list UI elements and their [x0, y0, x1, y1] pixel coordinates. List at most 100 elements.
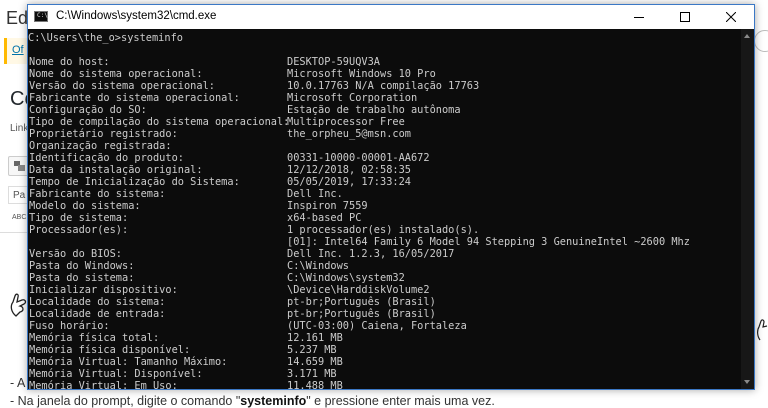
- cmd-icon[interactable]: C:\: [34, 11, 48, 22]
- sysinfo-key: Pasta do Windows:: [29, 260, 135, 272]
- sysinfo-row: Pasta do sistema: C:\Windows\system32: [28, 272, 741, 284]
- sysinfo-row: Proprietário registrado: the_orpheu_5@msn…: [28, 128, 741, 140]
- sysinfo-key: Memória Virtual: Disponível:: [29, 368, 203, 380]
- sysinfo-row: Pasta do Windows: C:\Windows: [28, 260, 741, 272]
- sysinfo-key: Tipo de compilação do sistema operaciona…: [29, 116, 290, 128]
- sysinfo-key: Fuso horário:: [29, 320, 110, 332]
- sysinfo-row: Memória física total: 12.161 MB: [28, 332, 741, 344]
- sysinfo-value: Dell Inc.: [287, 188, 343, 200]
- sysinfo-row: Memória física disponível: 5.237 MB: [28, 344, 741, 356]
- sysinfo-row: Nome do host: DESKTOP-59UQV3A: [28, 56, 741, 68]
- sysinfo-value: (UTC-03:00) Caiena, Fortaleza: [287, 320, 467, 332]
- sysinfo-key: Proprietário registrado:: [29, 128, 178, 140]
- sysinfo-row: Tipo de sistema: x64-based PC: [28, 212, 741, 224]
- sysinfo-key: Tempo de Inicialização do Sistema:: [29, 176, 240, 188]
- sysinfo-value: [01]: Intel64 Family 6 Model 94 Stepping…: [287, 236, 690, 248]
- close-button[interactable]: [708, 5, 754, 29]
- sysinfo-value: Microsoft Corporation: [287, 92, 418, 104]
- sysinfo-key: Memória física disponível:: [29, 344, 191, 356]
- sysinfo-row: Memória Virtual: Em Uso: 11.488 MB: [28, 380, 741, 389]
- sysinfo-row: [01]: Intel64 Family 6 Model 94 Stepping…: [28, 236, 741, 248]
- sysinfo-value: Multiprocessor Free: [287, 116, 405, 128]
- sysinfo-row: Tempo de Inicialização do Sistema: 05/05/…: [28, 176, 741, 188]
- scroll-down-icon[interactable]: [741, 375, 754, 389]
- sysinfo-value: C:\Windows: [287, 260, 349, 272]
- sysinfo-key: Localidade do sistema:: [29, 296, 166, 308]
- sysinfo-key: Data da instalação original:: [29, 164, 203, 176]
- sysinfo-row: Inicializar dispositivo: \Device\Harddisk…: [28, 284, 741, 296]
- sysinfo-row: Localidade de entrada: pt-br;Português (B…: [28, 308, 741, 320]
- notice-link[interactable]: Of: [12, 44, 24, 56]
- sysinfo-row: Memória Virtual: Disponível: 3.171 MB: [28, 368, 741, 380]
- sysinfo-row: Identificação do produto: 00331-10000-000…: [28, 152, 741, 164]
- circle-icon: [754, 30, 768, 52]
- sysinfo-row: Fabricante do sistema: Dell Inc.: [28, 188, 741, 200]
- sysinfo-value: 5.237 MB: [287, 344, 337, 356]
- command-prompt-line: C:\Users\the_o>systeminfo: [28, 32, 183, 44]
- sysinfo-row: Configuração do SO: Estação de trabalho a…: [28, 104, 741, 116]
- sysinfo-key: Nome do sistema operacional:: [29, 68, 203, 80]
- sysinfo-key: Nome do host:: [29, 56, 110, 68]
- cmd-icon-glyph: C:\: [37, 12, 48, 19]
- sysinfo-value: 3.171 MB: [287, 368, 337, 380]
- sysinfo-value: 14.659 MB: [287, 356, 343, 368]
- sysinfo-value: pt-br;Português (Brasil): [287, 308, 436, 320]
- sysinfo-row: Modelo do sistema: Inspiron 7559: [28, 200, 741, 212]
- cmd-window[interactable]: C:\ C:\Windows\system32\cmd.exe C:\Users…: [27, 4, 755, 390]
- sysinfo-row: Tipo de compilação do sistema operaciona…: [28, 116, 741, 128]
- title-bar[interactable]: C:\ C:\Windows\system32\cmd.exe: [28, 5, 754, 29]
- sysinfo-value: x64-based PC: [287, 212, 362, 224]
- maximize-icon: [680, 12, 690, 22]
- console-output[interactable]: C:\Users\the_o>systeminfo Nome do host: D…: [28, 29, 741, 389]
- sysinfo-key: Fabricante do sistema operacional:: [29, 92, 240, 104]
- editor-divider: [0, 232, 27, 233]
- sysinfo-value: Dell Inc. 1.2.3, 16/05/2017: [287, 248, 455, 260]
- window-title: C:\Windows\system32\cmd.exe: [56, 10, 217, 22]
- sysinfo-value: 12.161 MB: [287, 332, 343, 344]
- sysinfo-value: 11.488 MB: [287, 380, 343, 389]
- permalink-label: Link: [10, 123, 29, 134]
- hand-icon: [756, 318, 768, 342]
- sysinfo-key: Modelo do sistema:: [29, 200, 141, 212]
- sysinfo-key: Memória Virtual: Em Uso:: [29, 380, 178, 389]
- sysinfo-row: Localidade do sistema: pt-br;Português (B…: [28, 296, 741, 308]
- scroll-up-icon[interactable]: [741, 29, 754, 43]
- sysinfo-value: Microsoft Windows 10 Pro: [287, 68, 436, 80]
- sysinfo-row: Organização registrada:: [28, 140, 741, 152]
- sysinfo-row: Fabricante do sistema operacional: Micros…: [28, 92, 741, 104]
- sysinfo-row: Processador(es): 1 processador(es) instal…: [28, 224, 741, 236]
- sysinfo-value: pt-br;Português (Brasil): [287, 296, 436, 308]
- sysinfo-value: Estação de trabalho autônoma: [287, 104, 461, 116]
- sysinfo-row: Fuso horário: (UTC-03:00) Caiena, Fortale…: [28, 320, 741, 332]
- sysinfo-value: DESKTOP-59UQV3A: [287, 56, 380, 68]
- sysinfo-value: \Device\HarddiskVolume2: [287, 284, 430, 296]
- minimize-icon: [634, 17, 644, 18]
- close-icon: [726, 12, 736, 22]
- sysinfo-row: Data da instalação original: 12/12/2018, …: [28, 164, 741, 176]
- minimize-button[interactable]: [616, 5, 662, 29]
- instruction-line-1: - A: [10, 376, 26, 390]
- sysinfo-key: Identificação do produto:: [29, 152, 184, 164]
- sysinfo-key: Memória Virtual: Tamanho Máximo:: [29, 356, 228, 368]
- sysinfo-value: Inspiron 7559: [287, 200, 368, 212]
- sysinfo-key: Versão do BIOS:: [29, 248, 122, 260]
- maximize-button[interactable]: [662, 5, 708, 29]
- sysinfo-value: 00331-10000-00001-AA672: [287, 152, 430, 164]
- sysinfo-row: Memória Virtual: Tamanho Máximo: 14.659 M…: [28, 356, 741, 368]
- sysinfo-key: Pasta do sistema:: [29, 272, 135, 284]
- sysinfo-key: Memória física total:: [29, 332, 160, 344]
- sysinfo-key: Inicializar dispositivo:: [29, 284, 178, 296]
- strikethrough-button[interactable]: ABC: [12, 214, 26, 221]
- vertical-scrollbar[interactable]: [741, 29, 754, 389]
- sysinfo-value: 05/05/2019, 17:33:24: [287, 176, 411, 188]
- sysinfo-value: 10.0.17763 N/A compilação 17763: [287, 80, 480, 92]
- sysinfo-key: Processador(es):: [29, 224, 129, 236]
- sysinfo-key: Tipo de sistema:: [29, 212, 129, 224]
- sysinfo-key: Configuração do SO:: [29, 104, 147, 116]
- sysinfo-key: Versão do sistema operacional:: [29, 80, 215, 92]
- sysinfo-value: C:\Windows\system32: [287, 272, 405, 284]
- sysinfo-key: Organização registrada:: [29, 140, 172, 152]
- sysinfo-row: Versão do BIOS: Dell Inc. 1.2.3, 16/05/20…: [28, 248, 741, 260]
- sysinfo-key: Localidade de entrada:: [29, 308, 166, 320]
